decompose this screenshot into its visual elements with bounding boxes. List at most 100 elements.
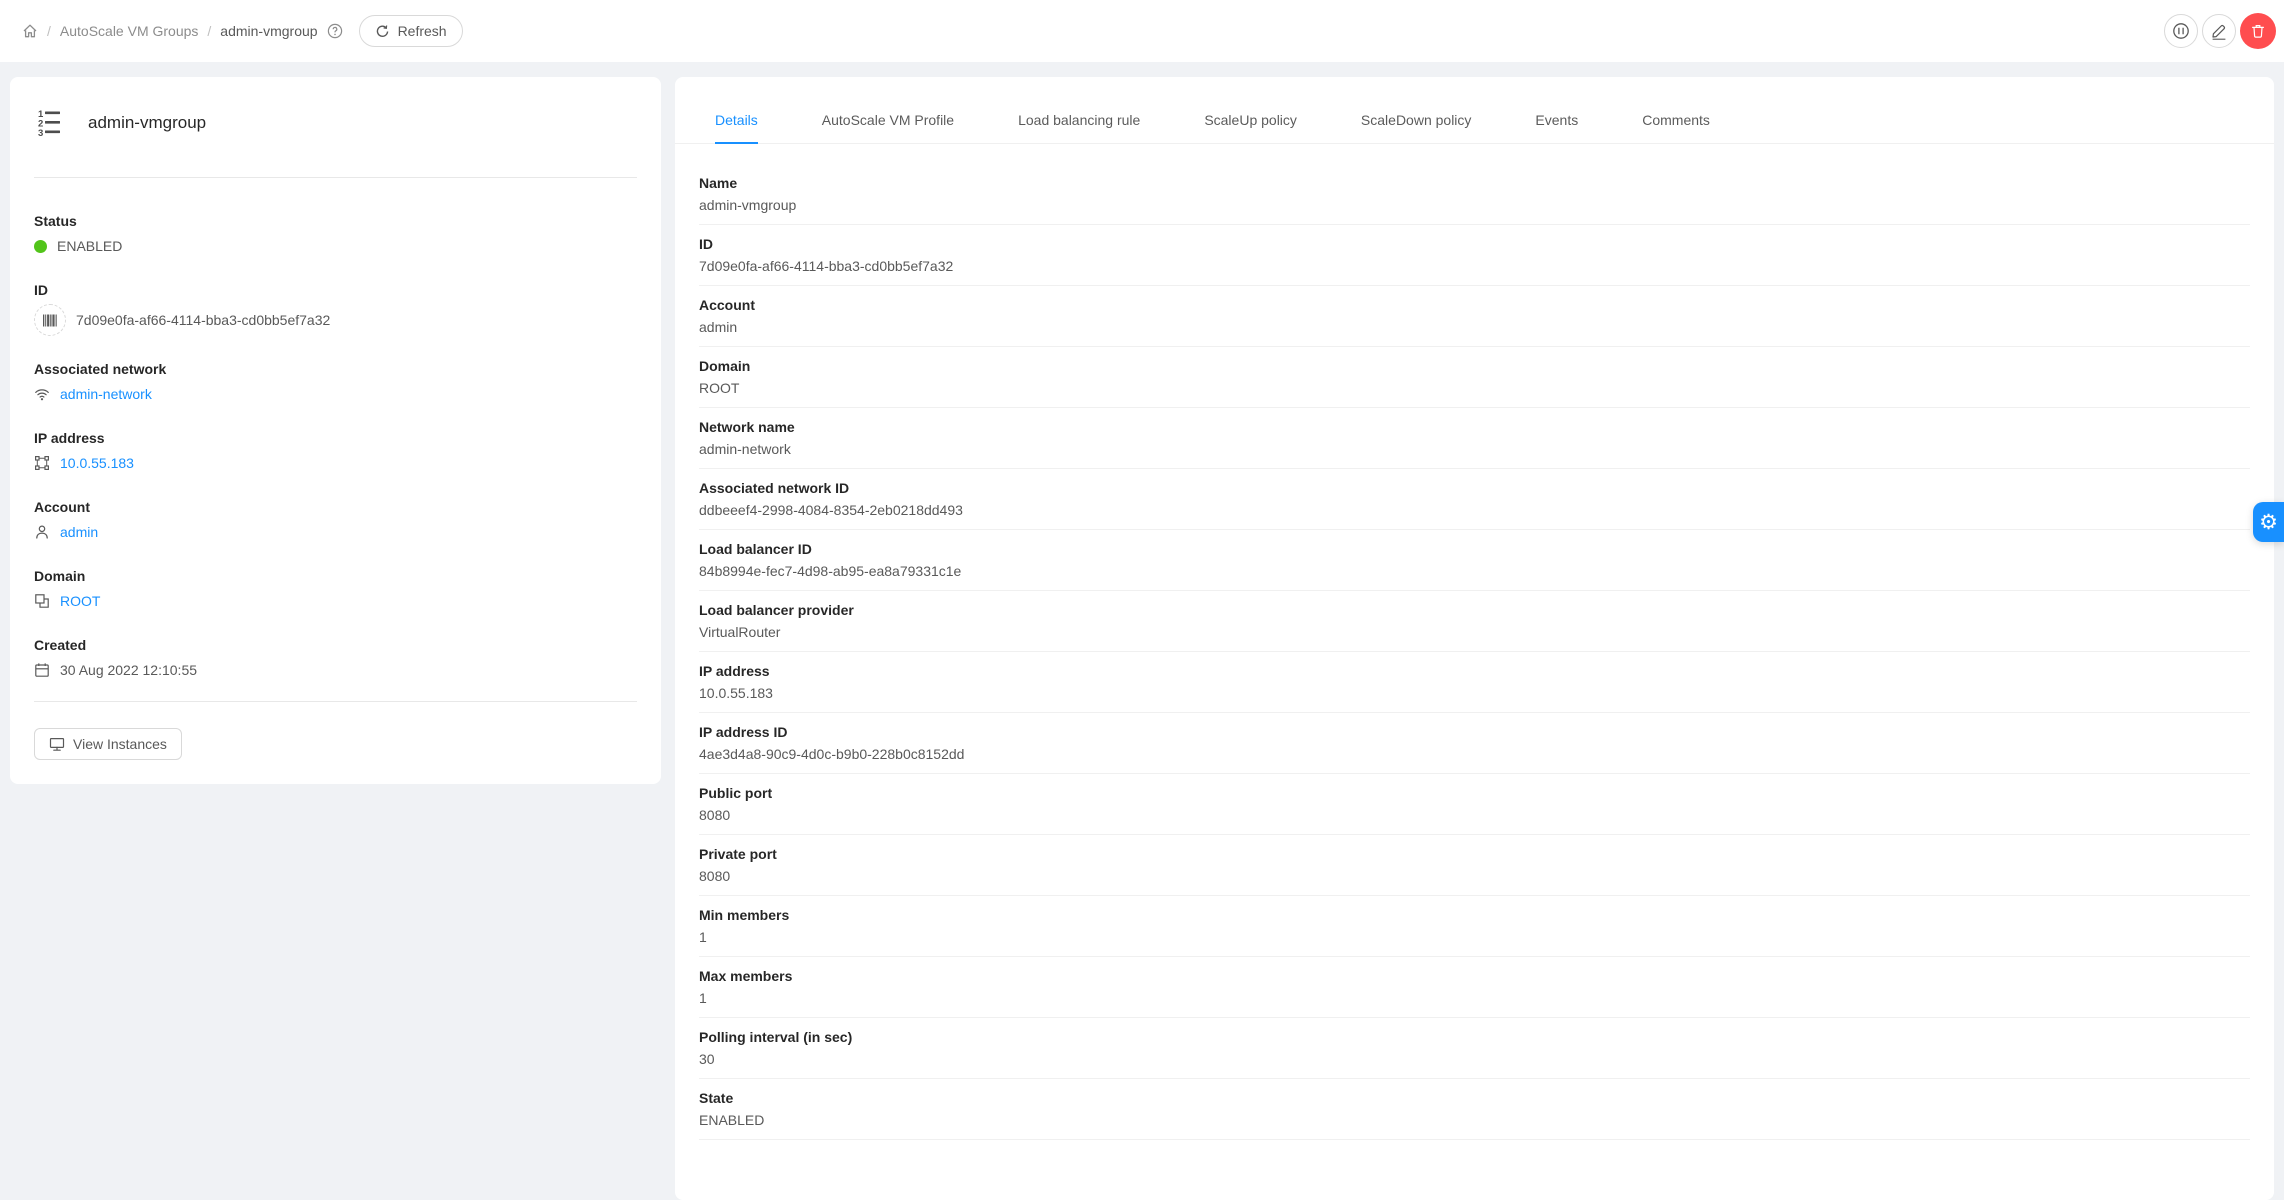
ordered-list-icon: 123: [34, 107, 66, 139]
block-icon: [34, 593, 50, 609]
detail-row-value: 8080: [699, 807, 731, 823]
detail-row: Max members 1: [699, 957, 2250, 1018]
tab[interactable]: Events: [1535, 109, 1578, 143]
associated-network-link[interactable]: admin-network: [60, 386, 152, 402]
detail-row-value: VirtualRouter: [699, 624, 781, 640]
detail-row-value: admin-network: [699, 441, 791, 457]
header: / AutoScale VM Groups / admin-vmgroup Re…: [0, 0, 2284, 62]
detail-row-label: IP address ID: [699, 724, 788, 740]
pause-circle-icon: [2172, 22, 2190, 40]
tab[interactable]: Load balancing rule: [1018, 109, 1140, 143]
detail-row: Polling interval (in sec) 30: [699, 1018, 2250, 1079]
tab[interactable]: AutoScale VM Profile: [822, 109, 954, 143]
detail-row-label: Polling interval (in sec): [699, 1029, 853, 1045]
detail-row-value: admin: [699, 319, 738, 335]
detail-row-label: Domain: [699, 358, 751, 374]
info-card: 123 admin-vmgroup Status ENABLED ID 7d09…: [10, 77, 661, 784]
info-label: ID: [34, 282, 48, 298]
detail-row-label: Associated network ID: [699, 480, 850, 496]
detail-row-value: 10.0.55.183: [699, 685, 773, 701]
tab-bar: Details AutoScale VM Profile Load balanc…: [675, 77, 2274, 144]
home-icon[interactable]: [22, 23, 38, 39]
info-label: Created: [34, 637, 87, 653]
resource-title: admin-vmgroup: [88, 113, 207, 132]
info-card-title-row: 123 admin-vmgroup: [34, 77, 637, 139]
detail-row-label: Account: [699, 297, 755, 313]
detail-row-value: 7d09e0fa-af66-4114-bba3-cd0bb5ef7a32: [699, 258, 954, 274]
domain-link[interactable]: ROOT: [60, 593, 100, 609]
detail-row-label: Min members: [699, 907, 790, 923]
detail-row-value: ddbeeef4-2998-4084-8354-2eb0218dd493: [699, 502, 963, 518]
detail-row: Network name admin-network: [699, 408, 2250, 469]
info-section-ip: IP address 10.0.55.183: [34, 427, 637, 474]
pause-button[interactable]: [2164, 14, 2198, 48]
detail-row-value: ROOT: [699, 380, 740, 396]
status-dot: [34, 239, 47, 253]
detail-row: State ENABLED: [699, 1079, 2250, 1140]
details-list: Name admin-vmgroup ID 7d09e0fa-af66-4114…: [675, 164, 2274, 1140]
detail-row-label: ID: [699, 236, 713, 252]
view-instances-button[interactable]: View Instances: [34, 728, 182, 760]
reload-icon: [375, 24, 390, 39]
edit-button[interactable]: [2202, 14, 2236, 48]
tab[interactable]: Details: [715, 109, 758, 144]
detail-row-label: State: [699, 1090, 734, 1106]
detail-row-label: Network name: [699, 419, 795, 435]
detail-row-value: 1: [699, 990, 707, 1006]
info-label: Account: [34, 499, 90, 515]
info-section-account: Account admin: [34, 496, 637, 543]
created-value: 30 Aug 2022 12:10:55: [60, 662, 198, 678]
gateway-icon: [34, 455, 50, 471]
detail-row-value: 4ae3d4a8-90c9-4d0c-b9b0-228b0c8152dd: [699, 746, 965, 762]
refresh-button[interactable]: Refresh: [358, 15, 463, 47]
wifi-icon: [34, 386, 50, 402]
settings-float-button[interactable]: ⚙: [2253, 502, 2284, 542]
delete-button[interactable]: [2240, 13, 2276, 49]
detail-row-label: Name: [699, 175, 738, 191]
info-label: IP address: [34, 430, 105, 446]
detail-row-value: ENABLED: [699, 1112, 765, 1128]
ip-address-link[interactable]: 10.0.55.183: [60, 455, 134, 471]
detail-row-label: IP address: [699, 663, 770, 679]
detail-card: Details AutoScale VM Profile Load balanc…: [675, 77, 2274, 1200]
desktop-icon: [49, 736, 65, 752]
detail-row-value: 8080: [699, 868, 731, 884]
detail-row: Name admin-vmgroup: [699, 164, 2250, 225]
user-icon: [34, 524, 50, 540]
detail-row-value: admin-vmgroup: [699, 197, 797, 213]
info-section-id: ID 7d09e0fa-af66-4114-bba3-cd0bb5ef7a32: [34, 279, 637, 336]
detail-row: Min members 1: [699, 896, 2250, 957]
breadcrumb-section-link[interactable]: AutoScale VM Groups: [60, 23, 199, 39]
breadcrumb: / AutoScale VM Groups / admin-vmgroup Re…: [22, 15, 463, 47]
header-actions: [2164, 13, 2276, 49]
tab[interactable]: Comments: [1642, 109, 1710, 143]
detail-row-label: Max members: [699, 968, 793, 984]
divider: [34, 177, 637, 178]
id-value: 7d09e0fa-af66-4114-bba3-cd0bb5ef7a32: [76, 312, 331, 328]
detail-row-label: Private port: [699, 846, 777, 862]
detail-row-value: 84b8994e-fec7-4d98-ab95-ea8a79331c1e: [699, 563, 962, 579]
gear-icon: ⚙: [2259, 510, 2278, 534]
breadcrumb-separator: /: [47, 23, 51, 39]
barcode-icon: [34, 304, 66, 336]
detail-row: Associated network ID ddbeeef4-2998-4084…: [699, 469, 2250, 530]
detail-row: ID 7d09e0fa-af66-4114-bba3-cd0bb5ef7a32: [699, 225, 2250, 286]
refresh-label: Refresh: [397, 23, 447, 39]
detail-row: Account admin: [699, 286, 2250, 347]
status-value: ENABLED: [57, 238, 123, 254]
account-link[interactable]: admin: [60, 524, 98, 540]
calendar-icon: [34, 662, 50, 678]
detail-row: IP address 10.0.55.183: [699, 652, 2250, 713]
trash-icon: [2250, 23, 2266, 39]
info-section-network: Associated network admin-network: [34, 358, 637, 405]
detail-row: IP address ID 4ae3d4a8-90c9-4d0c-b9b0-22…: [699, 713, 2250, 774]
tab[interactable]: ScaleUp policy: [1204, 109, 1297, 143]
tab[interactable]: ScaleDown policy: [1361, 109, 1472, 143]
info-section-created: Created 30 Aug 2022 12:10:55: [34, 634, 637, 681]
breadcrumb-current: admin-vmgroup: [220, 23, 318, 39]
detail-row: Private port 8080: [699, 835, 2250, 896]
info-label: Domain: [34, 568, 86, 584]
detail-row: Load balancer ID 84b8994e-fec7-4d98-ab95…: [699, 530, 2250, 591]
detail-row-label: Load balancer ID: [699, 541, 812, 557]
question-circle-icon[interactable]: [327, 23, 343, 39]
